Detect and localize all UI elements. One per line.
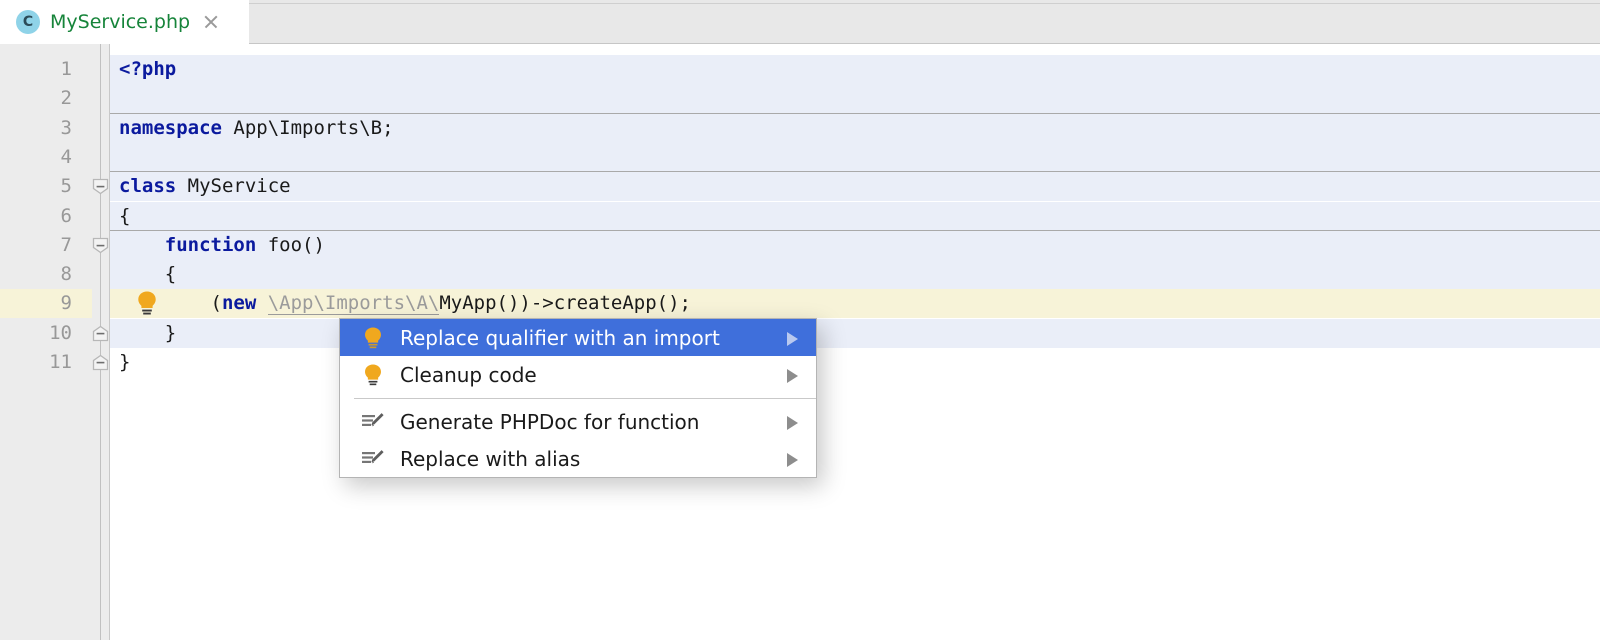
code-text[interactable]: class MyService xyxy=(119,172,291,201)
code-token: } xyxy=(119,321,177,344)
menu-item-cleanup-code[interactable]: Cleanup code xyxy=(340,356,816,393)
submenu-arrow-icon xyxy=(787,331,798,346)
intention-bulb-icon xyxy=(356,326,390,350)
code-line-5[interactable]: 5 class MyService xyxy=(0,172,1600,202)
menu-item-label: Generate PHPDoc for function xyxy=(400,409,700,434)
menu-item-replace-with-alias[interactable]: Replace with alias xyxy=(340,440,816,477)
close-icon[interactable] xyxy=(202,13,220,31)
submenu-arrow-icon xyxy=(787,415,798,430)
line-number: 1 xyxy=(60,58,72,80)
line-number: 11 xyxy=(49,351,72,373)
line-number: 5 xyxy=(60,175,72,198)
code-token: <?php xyxy=(119,58,177,80)
code-token: MyApp())->createApp(); xyxy=(439,292,691,315)
fold-collapse-end-icon[interactable] xyxy=(92,325,109,342)
code-text[interactable]: namespace App\Imports\B; xyxy=(119,114,394,143)
code-text[interactable]: { xyxy=(119,202,130,231)
line-number: 6 xyxy=(60,204,72,227)
fold-collapse-start-icon[interactable] xyxy=(92,237,109,254)
code-block-separator xyxy=(110,229,1600,231)
editor-tab-label: MyService.php xyxy=(50,11,191,33)
code-token: class xyxy=(119,175,177,198)
menu-divider xyxy=(354,398,816,399)
line-number: 7 xyxy=(60,233,72,256)
line-number: 9 xyxy=(60,292,72,315)
code-text[interactable]: <?php xyxy=(119,55,176,84)
code-line-4[interactable]: 4 xyxy=(0,142,1600,172)
menu-item-label: Replace with alias xyxy=(400,446,581,471)
menu-item-label: Replace qualifier with an import xyxy=(400,325,720,350)
code-text[interactable]: } xyxy=(119,348,130,377)
code-line-background xyxy=(110,142,1600,172)
edit-pencil-icon xyxy=(356,411,390,433)
code-text[interactable]: function foo() xyxy=(119,231,325,260)
code-line-7[interactable]: 7 function foo() xyxy=(0,230,1600,260)
code-text[interactable]: (new \App\Imports\A\MyApp())->createApp(… xyxy=(119,289,691,318)
php-class-icon: C xyxy=(16,10,40,34)
line-number: 3 xyxy=(60,116,72,139)
line-number: 8 xyxy=(60,263,72,286)
code-line-1[interactable]: 1 <?php xyxy=(0,55,1600,84)
code-token: { xyxy=(119,263,177,286)
code-block-separator xyxy=(110,171,1600,173)
code-line-background xyxy=(110,260,1600,290)
code-token: App\Imports\B; xyxy=(221,116,394,139)
submenu-arrow-icon xyxy=(787,452,798,467)
submenu-arrow-icon xyxy=(787,368,798,383)
tab-bar-empty-area xyxy=(248,3,1600,41)
line-number: 4 xyxy=(60,145,72,168)
code-text[interactable]: { xyxy=(119,260,176,289)
code-line-8[interactable]: 8 { xyxy=(0,260,1600,290)
code-token: namespace xyxy=(119,116,222,139)
menu-item-generate-phpdoc-for-function[interactable]: Generate PHPDoc for function xyxy=(340,403,816,440)
code-token: } xyxy=(119,351,131,373)
editor-tab-bar: C MyService.php xyxy=(0,0,1600,44)
code-block-separator xyxy=(110,112,1600,114)
code-token: new xyxy=(221,292,257,315)
intention-actions-menu[interactable]: Replace qualifier with an import Cleanup … xyxy=(339,318,817,478)
intention-bulb-icon xyxy=(356,363,390,387)
code-token: foo() xyxy=(256,233,325,256)
code-line-background xyxy=(110,172,1600,202)
code-line-6[interactable]: 6{ xyxy=(0,201,1600,231)
code-text[interactable]: } xyxy=(119,319,176,348)
menu-item-label: Cleanup code xyxy=(400,362,537,387)
intention-bulb-icon[interactable] xyxy=(135,290,159,316)
editor-tab-myservice-php[interactable]: C MyService.php xyxy=(0,0,249,44)
code-token: function xyxy=(164,233,257,256)
code-token: { xyxy=(119,204,131,227)
code-line-background xyxy=(110,55,1600,84)
code-token: \App\Imports\A\ xyxy=(267,292,440,316)
code-line-background xyxy=(110,318,1600,348)
edit-pencil-icon xyxy=(356,448,390,470)
code-line-background xyxy=(110,230,1600,260)
code-line-2[interactable]: 2 xyxy=(0,84,1600,114)
code-line-9[interactable]: 9 (new \App\Imports\A\MyApp())->createAp… xyxy=(0,289,1600,319)
code-line-background xyxy=(110,348,1600,377)
line-number: 2 xyxy=(60,87,72,110)
code-line-background xyxy=(110,84,1600,114)
fold-collapse-end-icon[interactable] xyxy=(92,354,109,371)
line-number: 10 xyxy=(49,321,72,344)
code-token: MyService xyxy=(176,175,291,198)
code-line-background xyxy=(110,201,1600,231)
code-line-3[interactable]: 3 namespace App\Imports\B; xyxy=(0,113,1600,143)
fold-collapse-start-icon[interactable] xyxy=(92,178,109,195)
menu-item-replace-qualifier-with-an-import[interactable]: Replace qualifier with an import xyxy=(340,319,816,356)
